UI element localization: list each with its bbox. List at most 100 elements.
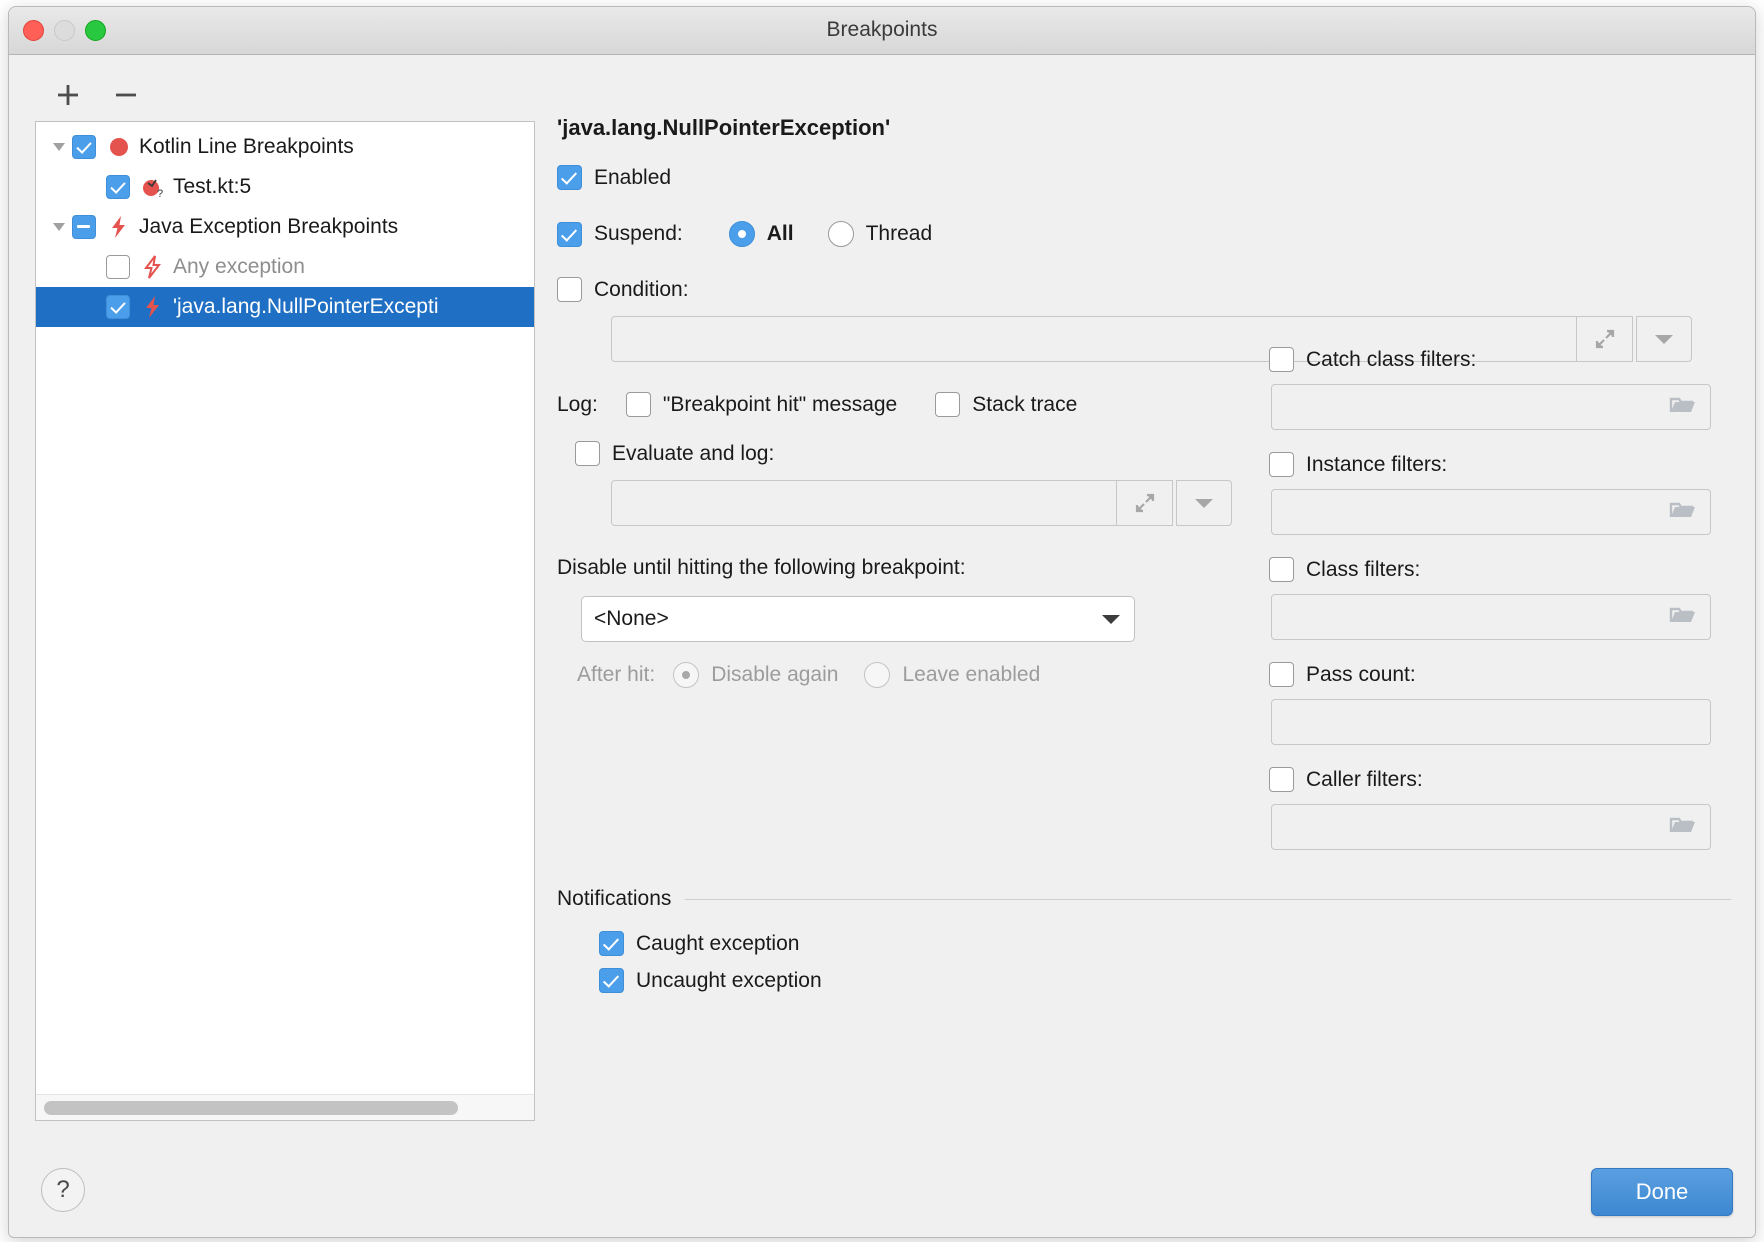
suspend-label: Suspend: (594, 222, 683, 245)
chevron-down-icon (1655, 335, 1673, 344)
browse-folder-button[interactable] (1668, 393, 1698, 422)
filter-input[interactable] (1271, 804, 1711, 850)
breakpoints-dialog: Breakpoints Kotlin Line Breakpoints ? Te… (8, 6, 1756, 1238)
window-titlebar: Breakpoints (9, 7, 1755, 55)
red-circle-breakpoint-icon (105, 134, 133, 160)
tree-row[interactable]: ? Test.kt:5 (36, 167, 534, 207)
caught-exception-row[interactable]: Caught exception (599, 931, 1731, 956)
lightning-breakpoint-icon (146, 296, 159, 318)
breakpoint-title: 'java.lang.NullPointerException' (557, 115, 891, 140)
breakpoints-tree-panel: Kotlin Line Breakpoints? Test.kt:5 Java Ex… (25, 69, 535, 1129)
evaluate-dropdown-button[interactable] (1176, 480, 1232, 526)
filter-checkbox[interactable] (1269, 557, 1294, 582)
expand-triangle-icon[interactable] (46, 134, 72, 160)
disable-until-select[interactable]: <None> (581, 596, 1135, 642)
expand-arrows-icon (1135, 493, 1154, 513)
evaluate-and-log-checkbox[interactable] (575, 441, 600, 466)
condition-row[interactable]: Condition: (557, 277, 1737, 302)
filter-checkbox-row[interactable]: Instance filters: (1269, 452, 1711, 477)
enabled-label: Enabled (594, 165, 672, 189)
svg-text:?: ? (157, 188, 163, 199)
notifications-title: Notifications (557, 887, 672, 910)
suspend-row[interactable]: Suspend: All Thread (557, 221, 1737, 247)
dialog-body: Kotlin Line Breakpoints? Test.kt:5 Java Ex… (9, 55, 1755, 1237)
notifications-section: Notifications Caught exception Uncaught … (557, 887, 1731, 993)
filter-checkbox-row[interactable]: Pass count: (1269, 662, 1711, 687)
filter-input[interactable] (1271, 699, 1711, 745)
tree-item-checkbox[interactable] (106, 255, 130, 279)
caught-exception-checkbox[interactable] (599, 931, 624, 956)
uncaught-exception-row[interactable]: Uncaught exception (599, 968, 1731, 993)
log-message-label: "Breakpoint hit" message (662, 392, 898, 416)
tree-horizontal-scrollbar[interactable] (36, 1094, 534, 1120)
folder-icon (1669, 817, 1695, 832)
expand-triangle-icon[interactable] (46, 214, 72, 240)
tree-item-checkbox[interactable] (72, 135, 96, 159)
browse-folder-button[interactable] (1668, 603, 1698, 632)
filter-input[interactable] (1271, 384, 1711, 430)
log-stack-trace-checkbox[interactable] (935, 392, 961, 417)
browse-folder-button[interactable] (1668, 813, 1698, 842)
scrollbar-thumb[interactable] (44, 1101, 458, 1115)
enabled-row[interactable]: Enabled (557, 165, 1737, 190)
filter-checkbox[interactable] (1269, 347, 1294, 372)
window-title: Breakpoints (826, 18, 938, 41)
after-hit-disable-again-radio[interactable] (673, 662, 700, 688)
tree-row[interactable]: Kotlin Line Breakpoints (36, 127, 534, 167)
filter-checkbox[interactable] (1269, 662, 1294, 687)
done-button[interactable]: Done (1591, 1168, 1733, 1216)
plus-icon (58, 85, 78, 105)
tree-item-label: Test.kt:5 (173, 175, 252, 198)
lightning-breakpoint-icon (112, 216, 125, 238)
suspend-all-label: All (766, 222, 794, 245)
after-hit-leave-enabled-label: Leave enabled (902, 663, 1041, 686)
tree-row[interactable]: 'java.lang.NullPointerExcepti (36, 287, 534, 327)
filter-checkbox[interactable] (1269, 767, 1294, 792)
add-breakpoint-button[interactable] (51, 78, 85, 112)
tree-toolbar (25, 69, 535, 121)
evaluate-expand-button[interactable] (1117, 480, 1173, 526)
tree-item-checkbox[interactable] (72, 215, 96, 239)
browse-folder-button[interactable] (1668, 498, 1698, 527)
suspend-thread-radio[interactable] (827, 221, 854, 247)
log-label: Log: (557, 392, 598, 416)
after-hit-disable-again-label: Disable again (711, 663, 839, 686)
filter-checkbox-row[interactable]: Class filters: (1269, 557, 1711, 582)
suspend-all-radio[interactable] (728, 221, 755, 247)
folder-icon (1669, 607, 1695, 622)
caught-exception-label: Caught exception (636, 931, 800, 955)
lightning-outline-icon (144, 255, 162, 279)
enabled-checkbox[interactable] (557, 165, 582, 190)
uncaught-exception-checkbox[interactable] (599, 968, 624, 993)
evaluate-input[interactable] (611, 480, 1117, 526)
breakpoints-tree[interactable]: Kotlin Line Breakpoints? Test.kt:5 Java Ex… (35, 121, 535, 1121)
filter-checkbox-row[interactable]: Catch class filters: (1269, 347, 1711, 372)
after-hit-leave-enabled-radio[interactable] (864, 662, 891, 688)
minus-icon (116, 93, 136, 97)
filter-checkbox-row[interactable]: Caller filters: (1269, 767, 1711, 792)
disable-until-value: <None> (594, 607, 669, 630)
notifications-header: Notifications (557, 887, 1731, 911)
evaluate-and-log-label: Evaluate and log: (612, 441, 775, 465)
filter-label: Instance filters: (1306, 452, 1448, 476)
folder-icon (1669, 502, 1695, 517)
condition-label: Condition: (594, 277, 689, 301)
remove-breakpoint-button[interactable] (109, 78, 143, 112)
help-button[interactable]: ? (41, 1168, 85, 1212)
log-message-checkbox[interactable] (625, 392, 651, 417)
suspend-checkbox[interactable] (557, 221, 582, 247)
condition-checkbox[interactable] (557, 277, 582, 302)
filter-group: Caller filters: (1269, 767, 1711, 850)
filter-input[interactable] (1271, 489, 1711, 535)
filters-column: Catch class filters: Instance filters: Cla… (1269, 347, 1711, 872)
tree-item-checkbox[interactable] (106, 175, 130, 199)
tree-row[interactable]: Java Exception Breakpoints (36, 207, 534, 247)
tree-row[interactable]: Any exception (36, 247, 534, 287)
filter-input[interactable] (1271, 594, 1711, 640)
suspend-thread-label: Thread (865, 222, 933, 245)
lightning-breakpoint-icon (105, 214, 133, 240)
tree-item-checkbox[interactable] (106, 295, 130, 319)
filter-group: Pass count: (1269, 662, 1711, 745)
section-divider (685, 898, 1731, 900)
filter-checkbox[interactable] (1269, 452, 1294, 477)
